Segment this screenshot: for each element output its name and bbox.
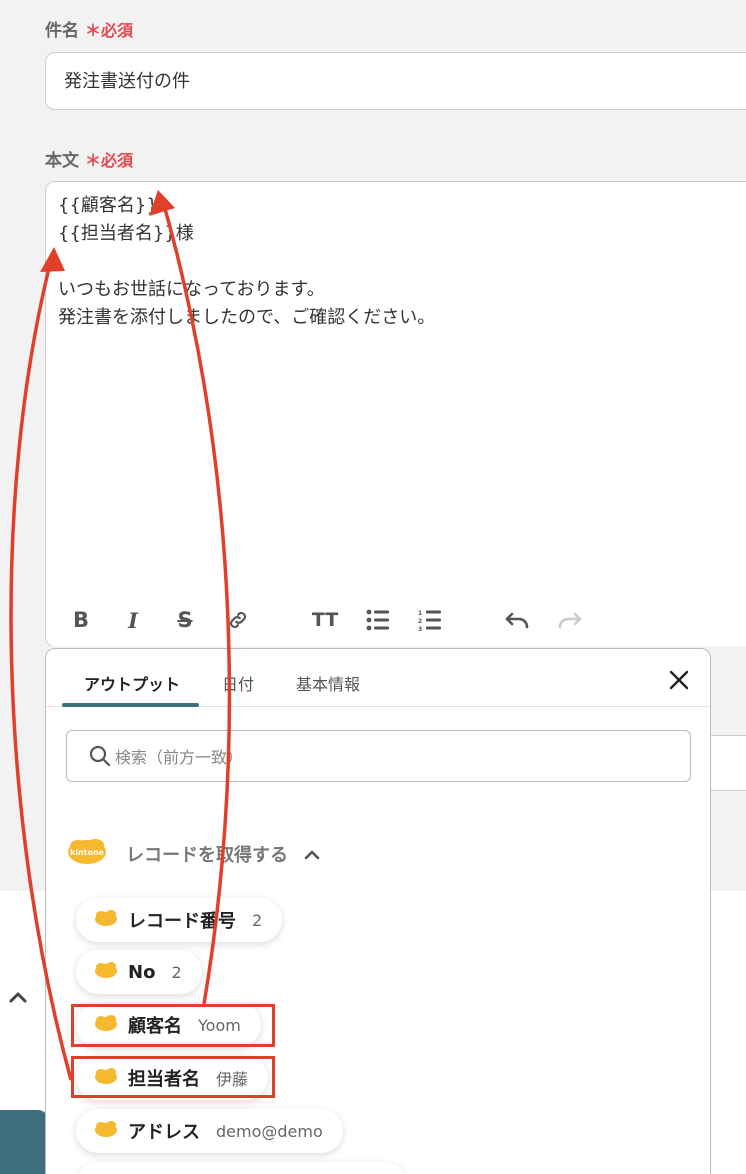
search-placeholder: 検索（前方一致） bbox=[115, 748, 244, 767]
body-textarea[interactable]: {{顧客名}} {{担当者名}}様 いつもお世話になっております。 発注書を添付… bbox=[45, 181, 746, 647]
highlight-box-person bbox=[71, 1056, 275, 1098]
output-chip[interactable]: レコード番号 2 bbox=[76, 898, 283, 942]
svg-text:2: 2 bbox=[418, 618, 422, 625]
body-label: 本文 ＊必須 bbox=[45, 151, 134, 171]
font-size-button[interactable]: TT bbox=[307, 600, 343, 640]
link-icon[interactable] bbox=[220, 600, 256, 640]
numbered-list-icon[interactable]: 123 bbox=[412, 600, 448, 640]
chip-value: 2 bbox=[252, 910, 263, 930]
tab-bar: アウトプット 日付 基本情報 bbox=[46, 649, 710, 707]
editor-toolbar: B I S TT 123 bbox=[60, 600, 620, 640]
subject-input[interactable]: 発注書送付の件 bbox=[45, 52, 746, 110]
chip-name: レコード番号 bbox=[128, 911, 236, 932]
tab-output[interactable]: アウトプット bbox=[84, 671, 180, 695]
body-line bbox=[58, 248, 746, 276]
bold-button[interactable]: B bbox=[63, 600, 99, 640]
chevron-up-icon[interactable] bbox=[8, 985, 28, 1010]
kintone-icon: kintone bbox=[66, 837, 108, 871]
svg-text:kintone: kintone bbox=[70, 848, 105, 857]
highlight-box-customer bbox=[71, 1004, 275, 1047]
body-line: {{顧客名}} bbox=[58, 195, 158, 216]
undo-icon[interactable] bbox=[499, 600, 535, 640]
kintone-icon bbox=[94, 961, 118, 983]
svg-text:1: 1 bbox=[418, 610, 422, 617]
required-mark: ＊必須 bbox=[85, 21, 134, 40]
output-chip[interactable]: No 2 bbox=[76, 950, 202, 994]
body-line: {{担当者名}}様 bbox=[58, 223, 194, 244]
close-icon[interactable] bbox=[666, 667, 692, 693]
output-chip[interactable] bbox=[76, 1162, 406, 1174]
group-record-fetch[interactable]: kintone レコードを取得する bbox=[66, 837, 320, 871]
subject-label: 件名 ＊必須 bbox=[45, 21, 134, 41]
chevron-up-icon[interactable] bbox=[304, 845, 320, 864]
output-chip[interactable]: アドレス demo@demo bbox=[76, 1109, 343, 1153]
background-button[interactable] bbox=[0, 1110, 48, 1174]
chip-value: 2 bbox=[171, 962, 182, 982]
search-icon bbox=[89, 745, 111, 767]
search-input[interactable]: 検索（前方一致） bbox=[66, 730, 691, 782]
chip-name: アドレス bbox=[128, 1122, 200, 1143]
body-line: いつもお世話になっております。 bbox=[58, 279, 325, 300]
tab-basic-info[interactable]: 基本情報 bbox=[296, 671, 360, 695]
redo-icon[interactable] bbox=[552, 600, 588, 640]
bullet-list-icon[interactable] bbox=[360, 600, 396, 640]
tab-date[interactable]: 日付 bbox=[222, 671, 254, 695]
chip-name: No bbox=[128, 961, 156, 983]
strikethrough-button[interactable]: S bbox=[167, 600, 203, 640]
group-label: レコードを取得する bbox=[126, 845, 288, 866]
body-line: 発注書を添付しましたので、ご確認ください。 bbox=[58, 307, 436, 328]
kintone-icon bbox=[94, 909, 118, 931]
kintone-icon bbox=[94, 1120, 118, 1142]
svg-text:3: 3 bbox=[418, 626, 422, 631]
italic-button[interactable]: I bbox=[115, 600, 151, 640]
chip-value: demo@demo bbox=[216, 1121, 323, 1141]
required-mark: ＊必須 bbox=[85, 151, 134, 170]
active-tab-indicator bbox=[62, 703, 199, 707]
